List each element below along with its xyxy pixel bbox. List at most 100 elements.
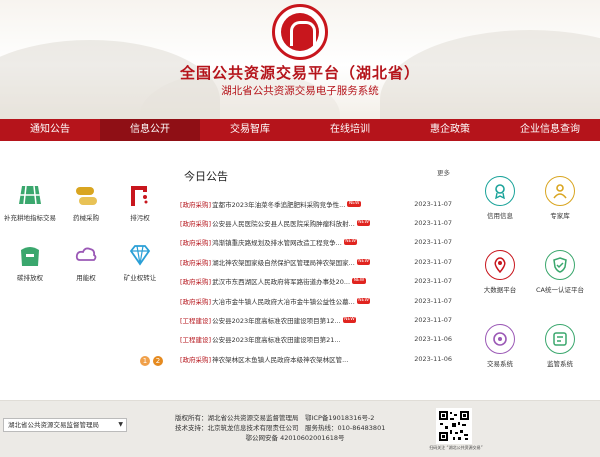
quick-trade-system[interactable]: 交易系统 xyxy=(472,324,528,368)
news-date: 2023-11-07 xyxy=(414,199,452,208)
news-category: [政府采购] xyxy=(180,297,212,306)
nav-item-company-search[interactable]: 企业信息查询 xyxy=(500,119,600,141)
service-energy-right[interactable]: 用能权 xyxy=(58,242,114,283)
news-title-link[interactable]: 宜都市2023年油菜冬季追肥肥料采购竞争性... xyxy=(212,199,345,209)
news-title-link[interactable]: 公安县2023年度高标准农田建设项目第21... xyxy=(212,334,341,344)
quick-bigdata-platform[interactable]: 大数据平台 xyxy=(472,250,528,294)
ca-shield-icon xyxy=(545,250,575,280)
related-sites-select[interactable]: 湖北省公共资源交易监督管理局 ▼ xyxy=(3,418,127,432)
pager-dot-2[interactable]: 2 xyxy=(153,356,163,366)
select-value: 湖北省公共资源交易监督管理局 xyxy=(8,421,99,429)
news-category: [政府采购] xyxy=(180,220,212,229)
nav-item-info-disclosure[interactable]: 信息公开 xyxy=(100,119,200,141)
news-category: [工程建设] xyxy=(180,336,212,345)
news-date: 2023-11-07 xyxy=(414,219,452,228)
news-title-link[interactable]: 武汉市东西湖区人民政府将军路街道办事处20... xyxy=(212,276,350,286)
quick-label: 交易系统 xyxy=(487,360,513,368)
new-badge: NEW xyxy=(356,297,371,304)
news-category: [政府采购] xyxy=(180,258,212,267)
farmland-grid-icon xyxy=(17,182,43,208)
tech-support-line: 技术支持：北京筑龙信息技术有限责任公司 服务热线：010-86483801 xyxy=(175,424,386,432)
new-badge: NEW xyxy=(343,239,358,246)
mineral-diamond-icon xyxy=(127,242,153,268)
news-category: [工程建设] xyxy=(180,317,212,326)
expert-user-icon xyxy=(545,176,575,206)
news-category: [政府采购] xyxy=(180,239,212,248)
carbon-factory-icon xyxy=(17,242,43,268)
bigdata-location-icon xyxy=(485,250,515,280)
news-title-link[interactable]: 湖北神农架国家级自然保护区管理局神农架国家... xyxy=(212,257,355,267)
pager-dot-1[interactable]: 1 xyxy=(140,356,150,366)
news-date: 2023-11-07 xyxy=(414,316,452,325)
new-badge: NEW xyxy=(356,258,371,265)
service-farmland-quota[interactable]: 补充耕地指标交易 xyxy=(2,182,58,223)
news-date: 2023-11-07 xyxy=(414,296,452,305)
trade-system-icon xyxy=(485,324,515,354)
list-item[interactable]: [政府采购] 神农架林区木鱼镇人民政府本级神农架林区管... 2023-11-06 xyxy=(180,349,452,368)
new-badge: NEW xyxy=(342,317,357,324)
news-date: 2023-11-06 xyxy=(414,335,452,344)
quick-label: 大数据平台 xyxy=(483,286,517,294)
new-badge: NEW xyxy=(347,200,361,207)
footer: 湖北省公共资源交易监督管理局 ▼ 版权所有：湖北省公共资源交易监督管理局 鄂IC… xyxy=(0,400,600,457)
service-label: 补充耕地指标交易 xyxy=(4,214,56,222)
nav-item-think-tank[interactable]: 交易智库 xyxy=(200,119,300,141)
service-mining-right[interactable]: 矿业权转让 xyxy=(112,242,168,283)
service-label: 矿业权转让 xyxy=(123,274,157,282)
news-title-link[interactable]: 神农架林区木鱼镇人民政府本级神农架林区管... xyxy=(212,354,348,364)
quick-supervision-system[interactable]: 监管系统 xyxy=(532,324,588,368)
news-title-link[interactable]: 公安县2023年度高标准农田建设项目第12... xyxy=(212,315,341,325)
nav-item-policies[interactable]: 惠企政策 xyxy=(400,119,500,141)
new-badge: NEW xyxy=(356,220,371,227)
credit-rating-icon xyxy=(485,176,515,206)
chevron-down-icon: ▼ xyxy=(118,421,123,428)
news-date: 2023-11-06 xyxy=(414,354,452,363)
list-item[interactable]: [政府采购] 湖北神农架国家级自然保护区管理局神农架国家... NEW 2023-11… xyxy=(180,252,452,271)
news-category: [政府采购] xyxy=(180,355,212,364)
service-emission-right[interactable]: 排污权 xyxy=(112,182,168,223)
list-item[interactable]: [工程建设] 公安县2023年度高标准农田建设项目第12... NEW 2023-11… xyxy=(180,310,452,329)
nav-item-notices[interactable]: 通知公告 xyxy=(0,119,100,141)
list-item[interactable]: [政府采购] 武汉市东西湖区人民政府将军路街道办事处20... NEW 2023-11… xyxy=(180,272,452,291)
new-badge: NEW xyxy=(352,278,366,285)
list-item[interactable]: [政府采购] 鸿渐镇重庆路规划及排水管网改造工程竞争... NEW 2023-11-0… xyxy=(180,233,452,252)
quick-credit-info[interactable]: 信用信息 xyxy=(472,176,528,220)
more-link[interactable]: 更多 xyxy=(437,167,450,177)
service-grid: 补充耕地指标交易 药械采购 排污权 碳排放权 用能权 矿业权转让 xyxy=(0,174,170,374)
news-title-link[interactable]: 公安县人民医院公安县人民医院采购肿瘤科放射... xyxy=(212,218,355,228)
quick-links: 信用信息 专家库 大数据平台 CA统一认证平台 交易系统 监管系统 xyxy=(470,172,600,372)
medicine-capsule-icon xyxy=(73,182,99,208)
news-date: 2023-11-07 xyxy=(414,238,452,247)
footer-info: 版权所有：湖北省公共资源交易监督管理局 鄂ICP备19018316号-2 技术支… xyxy=(175,413,415,443)
news-title-link[interactable]: 鸿渐镇重庆路规划及排水管网改造工程竞争... xyxy=(212,237,342,247)
news-list: [政府采购] 宜都市2023年油菜冬季追肥肥料采购竞争性... NEW 2023-11… xyxy=(180,194,452,369)
service-medicine[interactable]: 药械采购 xyxy=(58,182,114,223)
emission-pipe-icon xyxy=(127,182,153,208)
news-category: [政府采购] xyxy=(180,278,212,287)
service-label: 药械采购 xyxy=(73,214,99,222)
qr-code-icon xyxy=(436,408,472,444)
list-item[interactable]: [政府采购] 公安县人民医院公安县人民医院采购肿瘤科放射... NEW 2023-11… xyxy=(180,213,452,232)
supervision-icon xyxy=(545,324,575,354)
main-nav: 通知公告 信息公开 交易智库 在线培训 惠企政策 企业信息查询 xyxy=(0,119,600,141)
copyright-line: 版权所有：湖北省公共资源交易监督管理局 鄂ICP备19018316号-2 xyxy=(175,414,375,422)
section-title: 今日公告 xyxy=(184,170,228,183)
news-date: 2023-11-07 xyxy=(414,277,452,286)
quick-label: 信用信息 xyxy=(487,212,513,220)
list-item[interactable]: [政府采购] 宜都市2023年油菜冬季追肥肥料采购竞争性... NEW 2023-11… xyxy=(180,194,452,213)
page-title: 全国公共资源交易平台（湖北省） xyxy=(179,64,420,82)
list-item[interactable]: [政府采购] 大冶市金牛镇人民政府大冶市金牛镇公益性公墓... NEW 2023-11… xyxy=(180,291,452,310)
qr-caption: 扫码关注 “湖北公共资源交易” xyxy=(429,445,483,450)
list-item[interactable]: [工程建设] 公安县2023年度高标准农田建设项目第21... 2023-11-06 xyxy=(180,330,452,349)
quick-expert-library[interactable]: 专家库 xyxy=(532,176,588,220)
police-record-line: 鄂公网安备 42010602001618号 xyxy=(245,434,345,442)
news-title-link[interactable]: 大冶市金牛镇人民政府大冶市金牛镇公益性公墓... xyxy=(212,296,355,306)
service-label: 排污权 xyxy=(130,214,150,222)
page-subtitle: 湖北省公共资源交易电子服务系统 xyxy=(221,85,379,97)
header: 全国公共资源交易平台（湖北省） 湖北省公共资源交易电子服务系统 xyxy=(0,0,600,119)
service-label: 用能权 xyxy=(76,274,96,282)
nav-item-online-training[interactable]: 在线培训 xyxy=(300,119,400,141)
service-carbon-emission[interactable]: 碳排放权 xyxy=(2,242,58,283)
quick-ca-auth[interactable]: CA统一认证平台 xyxy=(532,250,588,294)
quick-label: CA统一认证平台 xyxy=(536,286,584,294)
